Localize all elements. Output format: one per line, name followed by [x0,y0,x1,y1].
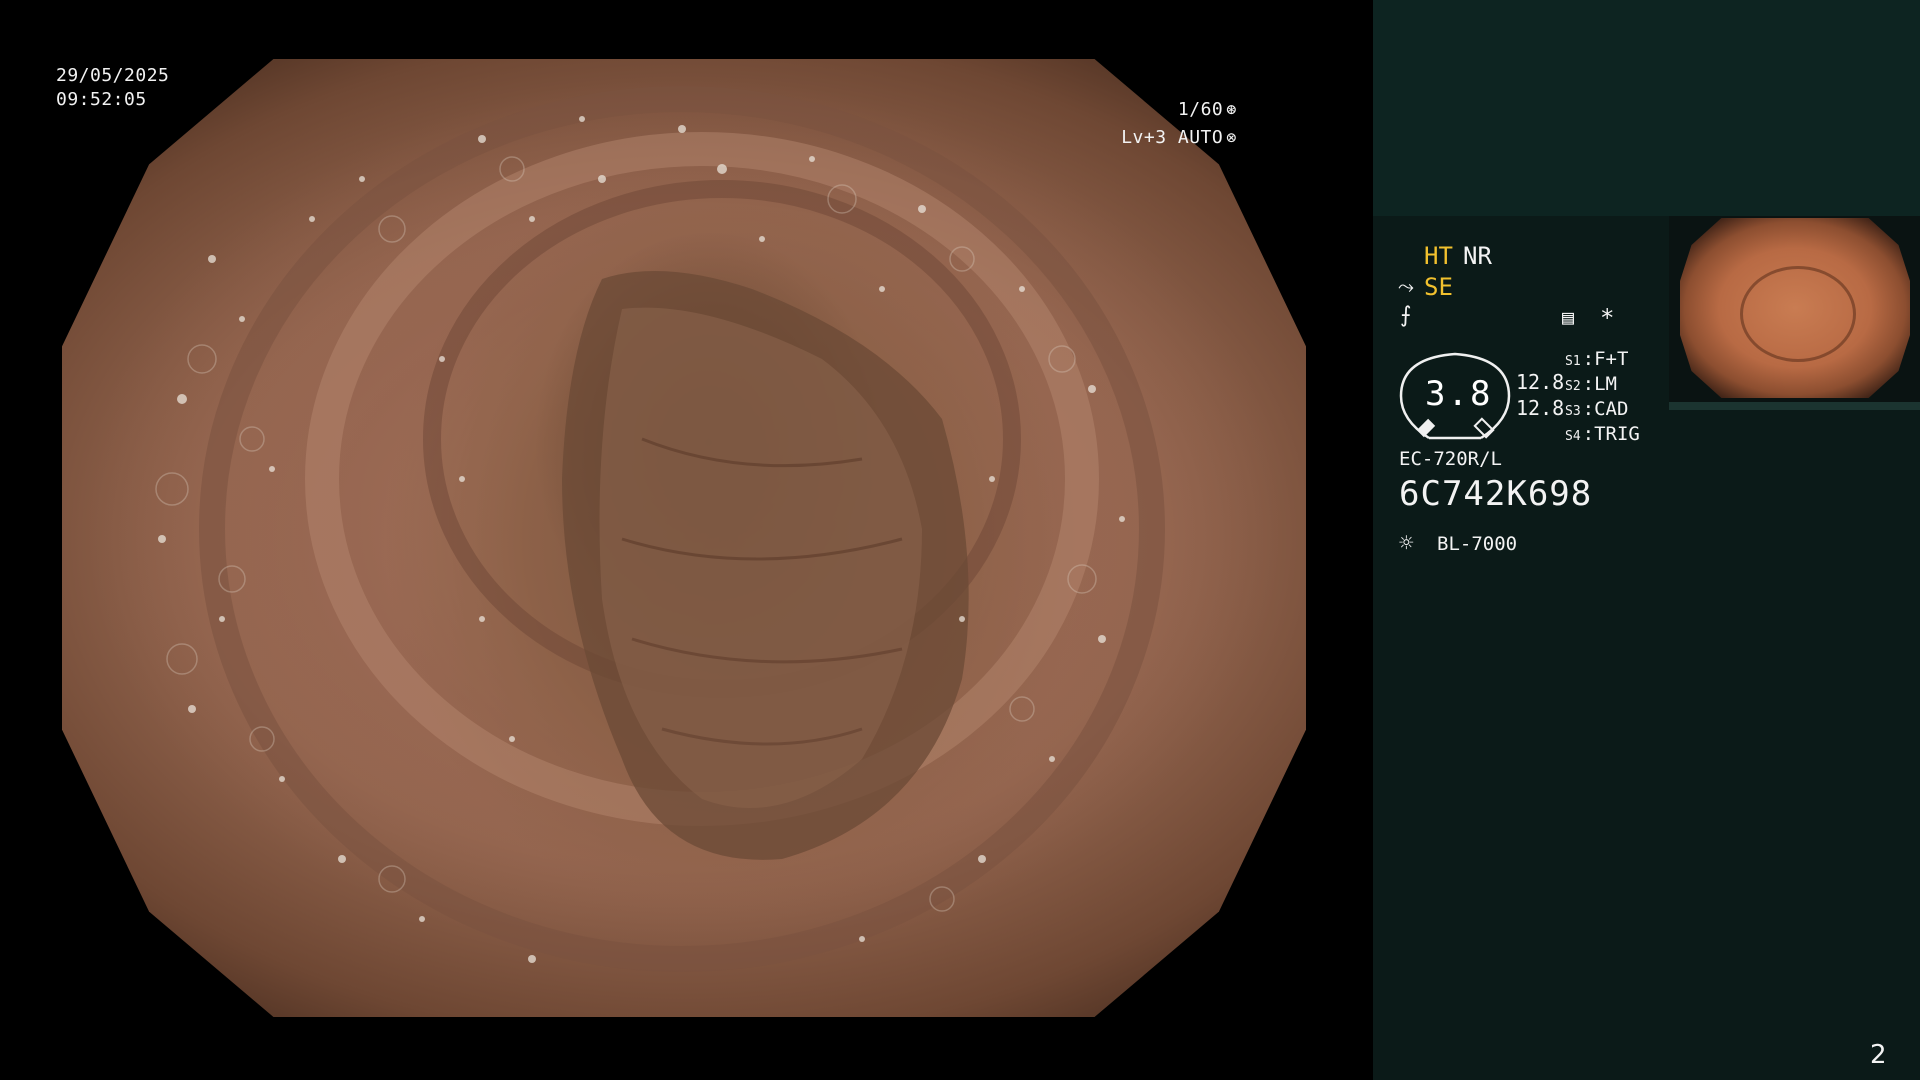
thumbnail-fold [1740,266,1856,362]
image-menu-icon: ▤ [1562,305,1575,329]
brightness-level-value: Lv+3 AUTO [1121,127,1224,148]
switch-s4: S4:TRIG [1565,423,1640,445]
curve-icon: ⨍ [1400,303,1412,328]
switch-label: F+T [1594,348,1629,370]
gain-value-1: 12.8 [1516,370,1565,394]
capture-thumbnail[interactable] [1669,216,1920,410]
switch-label: TRIG [1594,423,1640,445]
scope-bend-icon: ⤳ [1398,274,1414,298]
aperture-icon: ⊛ [1226,100,1237,120]
ht-mode-label: HT [1424,242,1453,270]
exam-date: 29/05/2025 [56,65,170,86]
thumbnail-image [1680,218,1910,398]
switch-label: CAD [1594,398,1629,420]
switch-key: S2 [1565,379,1581,394]
asterisk-indicator: * [1600,304,1615,332]
zoom-value: 3.8 [1425,374,1493,414]
switch-key: S3 [1565,404,1581,419]
shutter-speed: 1/60 ⊛ [1178,98,1237,122]
scope-serial: 6C742K698 [1399,474,1593,514]
exam-time: 09:52:05 [56,89,147,110]
switch-key: S1 [1565,354,1581,369]
nr-mode-label: NR [1463,242,1492,270]
scope-model: EC-720R/L [1399,448,1502,470]
gain-value-2: 12.8 [1516,396,1565,420]
switch-label: LM [1594,373,1617,395]
page-number: 2 [1870,1040,1887,1070]
se-mode-label: SE [1424,273,1453,301]
thumbnail-caption-bar [1669,402,1920,410]
switch-s3: S3:CAD [1565,398,1629,420]
brightness-level: Lv+3 AUTO ⊗ [1121,126,1237,150]
switch-s2: S2:LM [1565,373,1617,395]
switch-s1: S1:F+T [1565,348,1629,370]
shutter-speed-value: 1/60 [1177,99,1224,120]
iris-icon: ⊗ [1226,128,1237,148]
mucosa-folds [155,86,1165,972]
light-source-model: BL-7000 [1437,533,1518,555]
light-source-icon: ☼ [1399,529,1414,557]
panel-header-area [1373,0,1920,216]
endoscopic-view [62,59,1306,1017]
switch-key: S4 [1565,429,1581,444]
